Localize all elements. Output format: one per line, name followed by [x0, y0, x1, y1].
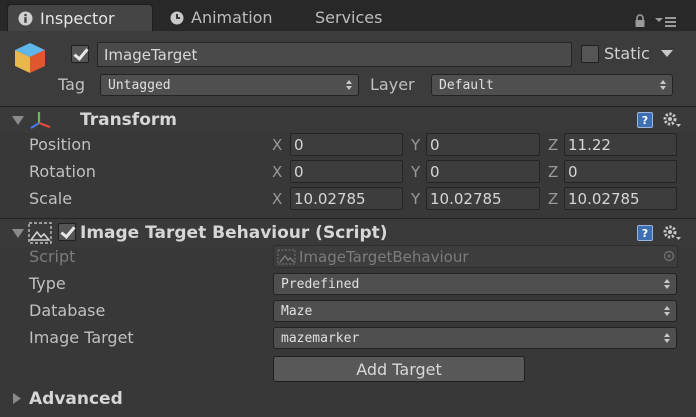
lock-icon[interactable] — [634, 14, 646, 28]
scale-y-axis-label: Y — [411, 190, 421, 208]
scale-z-axis-label: Z — [548, 190, 559, 208]
scale-z-field[interactable]: 10.02785 — [564, 187, 677, 210]
dropdown-arrows-icon — [664, 279, 670, 289]
foldout-open-icon[interactable] — [12, 229, 24, 238]
tab-bar: Inspector Animation Services — [0, 0, 696, 31]
position-z-axis-label: Z — [548, 136, 559, 154]
rotation-x-axis-label: X — [272, 163, 283, 181]
foldout-open-icon[interactable] — [12, 116, 24, 125]
position-x-field[interactable]: 0 — [290, 133, 403, 156]
dropdown-arrows-icon — [664, 306, 670, 316]
layer-label: Layer — [370, 75, 415, 94]
type-value: Predefined — [281, 276, 360, 292]
rotation-y-axis-label: Y — [411, 163, 421, 181]
tag-label: Tag — [58, 75, 86, 94]
menu-icon[interactable] — [654, 14, 678, 28]
dropdown-arrows-icon — [664, 333, 670, 343]
foldout-closed-icon[interactable] — [12, 392, 22, 405]
position-z-value: 11.22 — [568, 135, 611, 154]
image-target-behaviour-header[interactable]: Image Target Behaviour (Script) ? — [0, 218, 696, 247]
scale-z-value: 10.02785 — [568, 189, 640, 208]
position-y-axis-label: Y — [411, 136, 421, 154]
scale-label: Scale — [29, 189, 73, 208]
position-y-field[interactable]: 0 — [426, 133, 540, 156]
object-name-field[interactable]: ImageTarget — [97, 42, 572, 67]
tab-services-label: Services — [315, 8, 383, 27]
animation-clock-icon — [170, 11, 184, 24]
database-dropdown[interactable]: Maze — [273, 300, 677, 322]
image-target-icon — [28, 222, 52, 244]
static-label: Static — [604, 44, 650, 63]
rotation-z-axis-label: Z — [548, 163, 559, 181]
script-enabled-checkbox[interactable] — [58, 223, 76, 241]
gameobject-cube-icon — [15, 43, 45, 73]
tab-services[interactable]: Services — [315, 4, 382, 31]
tag-value: Untagged — [108, 77, 171, 93]
script-value: ImageTargetBehaviour — [299, 247, 469, 266]
dropdown-arrows-icon — [660, 80, 666, 90]
tab-inspector[interactable]: Inspector — [7, 4, 153, 31]
script-file-icon — [277, 248, 296, 265]
position-label: Position — [29, 135, 92, 154]
scale-y-value: 10.02785 — [430, 189, 502, 208]
rotation-z-field[interactable]: 0 — [564, 160, 677, 183]
tag-dropdown[interactable]: Untagged — [100, 74, 359, 96]
layer-dropdown[interactable]: Default — [431, 74, 673, 96]
transform-axes-icon — [30, 112, 51, 129]
tab-animation-label: Animation — [191, 8, 273, 27]
tab-animation[interactable]: Animation — [170, 4, 273, 31]
position-y-value: 0 — [430, 135, 440, 154]
position-z-field[interactable]: 11.22 — [564, 133, 677, 156]
database-value: Maze — [281, 303, 313, 319]
rotation-x-field[interactable]: 0 — [290, 160, 403, 183]
image-target-value: mazemarker — [281, 330, 360, 346]
gear-icon[interactable] — [662, 224, 682, 242]
advanced-label: Advanced — [29, 389, 123, 409]
type-dropdown[interactable]: Predefined — [273, 273, 677, 295]
static-checkbox[interactable] — [581, 45, 599, 63]
rotation-z-value: 0 — [568, 162, 578, 181]
database-label: Database — [29, 301, 106, 320]
object-picker-icon[interactable] — [663, 250, 675, 262]
rotation-y-value: 0 — [430, 162, 440, 181]
transform-header[interactable]: Transform ? — [0, 106, 696, 133]
tab-inspector-label: Inspector — [40, 8, 115, 28]
help-icon[interactable]: ? — [637, 225, 653, 241]
static-dropdown-icon[interactable] — [660, 49, 674, 59]
object-header: ImageTarget Static Tag Untagged Layer De… — [0, 31, 696, 106]
object-name-value: ImageTarget — [104, 45, 198, 64]
dropdown-arrows-icon — [346, 80, 352, 90]
script-field: ImageTargetBehaviour — [273, 245, 678, 268]
add-target-button[interactable]: Add Target — [273, 356, 525, 382]
active-checkbox[interactable] — [71, 45, 89, 63]
type-label: Type — [29, 274, 66, 293]
layer-value: Default — [439, 77, 494, 93]
scale-x-axis-label: X — [272, 190, 283, 208]
gear-icon[interactable] — [662, 111, 682, 129]
image-target-behaviour-title: Image Target Behaviour (Script) — [80, 223, 388, 243]
rotation-label: Rotation — [29, 162, 96, 181]
scale-x-value: 10.02785 — [294, 189, 366, 208]
info-icon — [18, 11, 33, 25]
scale-y-field[interactable]: 10.02785 — [426, 187, 540, 210]
image-target-dropdown[interactable]: mazemarker — [273, 327, 677, 349]
add-target-label: Add Target — [356, 359, 442, 379]
scale-x-field[interactable]: 10.02785 — [290, 187, 403, 210]
script-label: Script — [29, 247, 76, 266]
help-icon[interactable]: ? — [637, 112, 653, 128]
position-x-axis-label: X — [272, 136, 283, 154]
transform-title: Transform — [80, 110, 177, 130]
advanced-foldout[interactable]: Advanced — [0, 387, 696, 411]
image-target-label: Image Target — [29, 328, 134, 347]
rotation-x-value: 0 — [294, 162, 304, 181]
rotation-y-field[interactable]: 0 — [426, 160, 540, 183]
position-x-value: 0 — [294, 135, 304, 154]
